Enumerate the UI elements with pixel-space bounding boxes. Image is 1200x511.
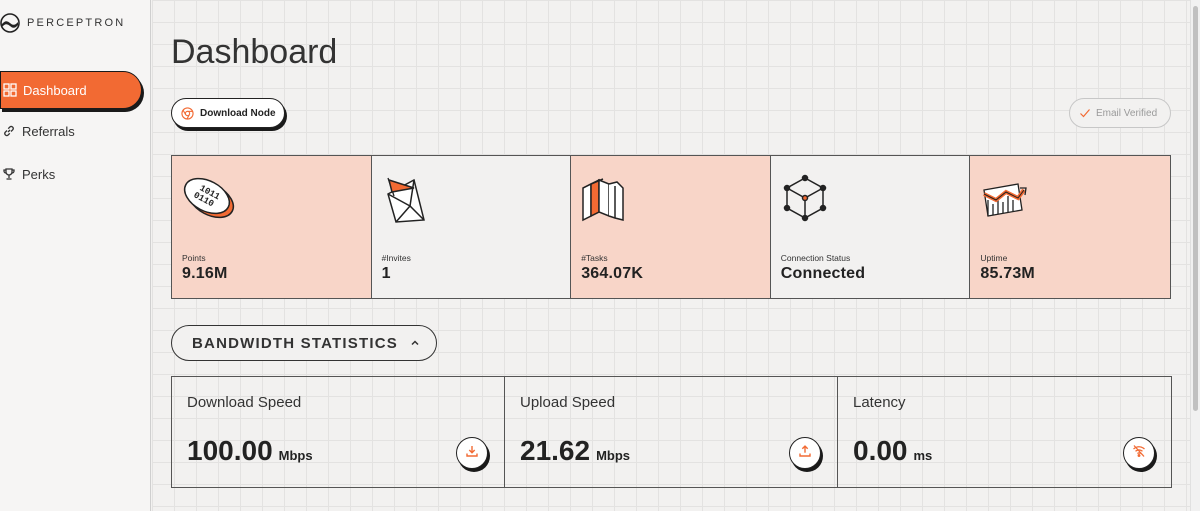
card-value-row: 21.62 Mbps — [520, 435, 630, 467]
check-icon — [1079, 107, 1091, 119]
download-icon — [465, 444, 479, 463]
wifi-off-icon — [1132, 444, 1146, 463]
sidebar: PERCEPTRON Dashboard Referrals Perks — [0, 0, 151, 511]
stat-label: Uptime — [980, 253, 1008, 263]
section-title: BANDWIDTH STATISTICS — [192, 334, 398, 352]
card-value-row: 0.00 ms — [853, 435, 932, 467]
perceptron-logo-icon — [0, 13, 20, 33]
card-value-row: 100.00 Mbps — [187, 435, 313, 467]
upload-speed-card: Upload Speed 21.62 Mbps — [505, 377, 838, 487]
card-unit: Mbps — [278, 448, 313, 463]
books-icon — [579, 170, 635, 226]
stat-value: 9.16M — [182, 265, 228, 282]
sidebar-item-label: Perks — [22, 166, 56, 182]
email-verified-label: Email Verified — [1096, 107, 1158, 119]
chevron-up-icon — [410, 338, 420, 348]
stat-label: #Tasks — [581, 253, 608, 263]
stat-value: 1 — [381, 265, 391, 282]
binary-coin-icon: 1011 0110 — [180, 170, 236, 226]
stat-card-connection-status: Connection Status Connected — [770, 156, 971, 298]
sidebar-item-label: Dashboard — [23, 82, 87, 98]
stat-label: Connection Status — [780, 253, 851, 263]
stat-label: Points — [182, 253, 206, 263]
card-title: Download Speed — [187, 394, 302, 411]
latency-button[interactable] — [1123, 437, 1155, 469]
upload-button[interactable] — [789, 437, 821, 469]
chrome-icon — [181, 106, 194, 120]
cube-network-icon — [779, 170, 835, 226]
card-value: 0.00 — [853, 435, 908, 466]
upload-icon — [798, 444, 812, 463]
brand[interactable]: PERCEPTRON — [0, 12, 125, 34]
sidebar-item-dashboard[interactable]: Dashboard — [0, 71, 142, 109]
stat-card-tasks: #Tasks 364.07K — [571, 156, 771, 298]
sidebar-item-referrals[interactable]: Referrals — [0, 112, 75, 150]
card-value: 21.62 — [520, 435, 591, 466]
page-title: Dashboard — [171, 33, 338, 71]
envelope-flag-icon — [380, 170, 436, 226]
stat-value: 364.07K — [581, 265, 644, 282]
scrollbar-thumb[interactable] — [1193, 6, 1198, 411]
sidebar-item-perks[interactable]: Perks — [0, 155, 55, 193]
stat-value: 85.73M — [980, 265, 1035, 282]
card-value: 100.00 — [187, 435, 273, 466]
download-node-label: Download Node — [200, 107, 276, 119]
download-node-button[interactable]: Download Node — [171, 98, 285, 128]
stat-label: #Invites — [381, 253, 411, 263]
brand-name: PERCEPTRON — [27, 17, 126, 29]
email-verified-badge: Email Verified — [1069, 98, 1171, 128]
bandwidth-statistics-toggle[interactable]: BANDWIDTH STATISTICS — [171, 325, 437, 361]
bandwidth-cards: Download Speed 100.00 Mbps Upload Speed 2… — [171, 376, 1172, 488]
card-unit: Mbps — [596, 448, 631, 463]
latency-card: Latency 0.00 ms — [838, 377, 1171, 487]
card-title: Upload Speed — [520, 394, 616, 411]
sidebar-item-label: Referrals — [22, 123, 75, 139]
stat-card-uptime: Uptime 85.73M — [970, 156, 1170, 298]
link-icon — [2, 124, 16, 138]
download-speed-card: Download Speed 100.00 Mbps — [172, 377, 505, 487]
trend-chart-icon — [978, 170, 1034, 226]
stat-card-points: 1011 0110 Points 9.16M — [172, 156, 372, 298]
grid-icon — [3, 83, 17, 97]
card-unit: ms — [913, 448, 933, 463]
download-button[interactable] — [456, 437, 488, 469]
trophy-icon — [2, 167, 16, 181]
main-content: Dashboard Download Node Email Verified 1… — [152, 0, 1190, 511]
stat-card-invites: #Invites 1 — [371, 156, 572, 298]
stat-value: Connected — [780, 265, 866, 282]
card-title: Latency — [853, 394, 906, 411]
stats-row: 1011 0110 Points 9.16M #Invites 1 #Tasks… — [171, 155, 1171, 299]
